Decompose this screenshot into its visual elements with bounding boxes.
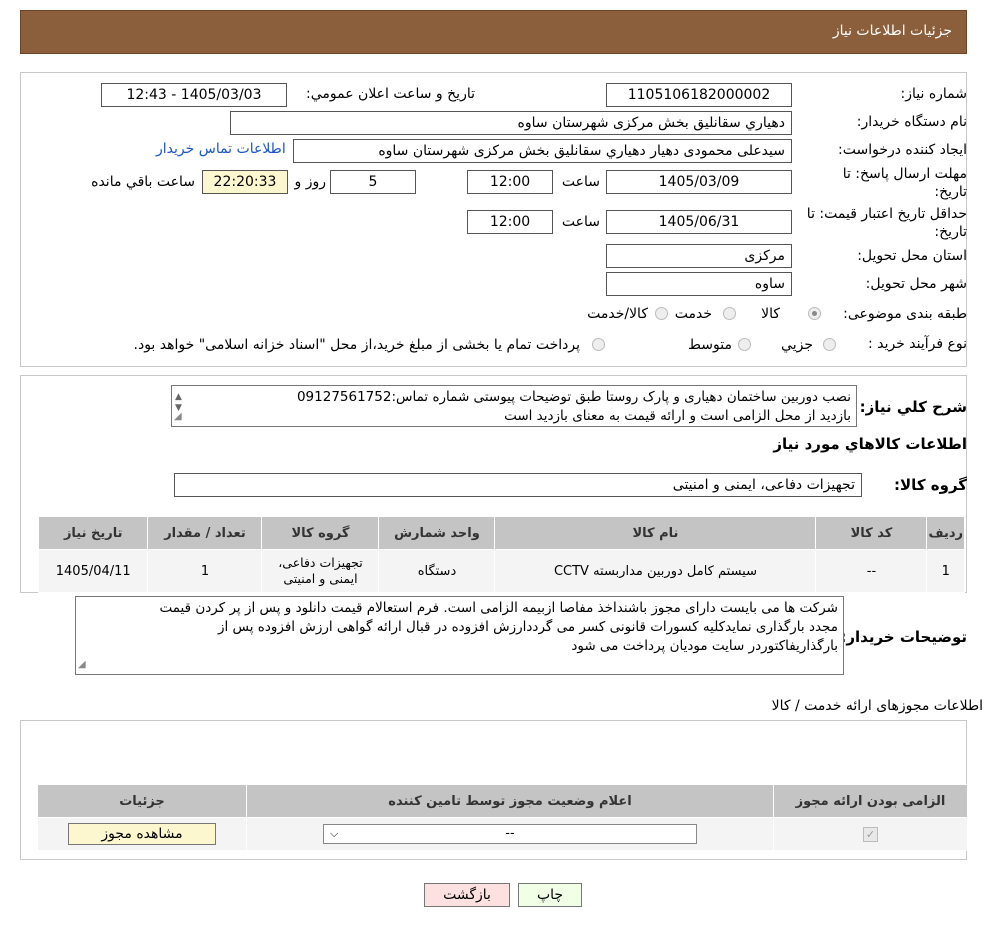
remaining-label: ساعت باقي مانده [91, 174, 195, 190]
buyer-notes-line-1: شرکت ها می بایست دارای مجوز باشنداخذ مفا… [159, 600, 838, 616]
category-option-goods: کالا [761, 306, 780, 322]
col-code: کد کالا [815, 516, 928, 550]
reply-deadline-label-2: تاریخ: [934, 184, 967, 200]
price-validity-date-field: 1405/06/31 [606, 210, 792, 234]
permit-required-cell: ✓ [773, 817, 968, 851]
description-label: شرح کلي نياز: [859, 398, 967, 416]
reply-time-field: 12:00 [467, 170, 553, 194]
province-label: استان محل تحویل: [857, 248, 967, 264]
need-number-field: 1105106182000002 [606, 83, 792, 107]
announce-label: تاریخ و ساعت اعلان عمومي: [306, 86, 475, 102]
description-line-1: نصب دوربین ساختمان دهیاری و پارک روستا ط… [296, 389, 851, 405]
cell-date: 1405/04/11 [37, 549, 149, 593]
process-radio-medium[interactable] [738, 338, 751, 351]
buyer-org-field: دهياري سقانليق بخش مرکزی شهرستان ساوه [230, 111, 792, 135]
cell-unit: دستگاه [378, 549, 496, 593]
permits-title: اطلاعات مجوزهای ارائه خدمت / کالا [771, 698, 983, 714]
col-group: گروه کالا [261, 516, 380, 550]
back-button[interactable]: بازگشت [424, 883, 510, 907]
description-textarea[interactable]: نصب دوربین ساختمان دهیاری و پارک روستا ط… [171, 385, 857, 427]
cell-qty: 1 [147, 549, 263, 593]
days-label: روز و [294, 174, 327, 190]
creator-label: ایجاد کننده درخواست: [838, 142, 967, 158]
page-title: جزئیات اطلاعات نیاز [832, 23, 952, 39]
buyer-org-label: نام دستگاه خریدار: [856, 114, 967, 130]
description-line-2: بازدید از محل الزامی است و ارائه قیمت به… [504, 408, 851, 424]
process-radio-minor[interactable] [823, 338, 836, 351]
cell-group: تجهیزات دفاعی، ایمنی و امنیتی [261, 549, 380, 593]
buyer-notes-line-3: بارگذاریفاکتوردر سایت مودیان پرداخت می ش… [571, 638, 838, 654]
price-validity-label: حداقل تاریخ اعتبار قیمت: تا [806, 206, 967, 222]
reply-date-field: 1405/03/09 [606, 170, 792, 194]
need-number-label: شماره نیاز: [900, 86, 968, 102]
cell-name: سیستم کامل دوربین مداربسته CCTV [494, 549, 817, 593]
permit-required-checkbox[interactable]: ✓ [863, 826, 878, 842]
chevron-down-icon: ⌵ [330, 827, 339, 840]
category-radio-goods[interactable] [808, 307, 821, 320]
permit-status-value: -- [505, 826, 515, 841]
category-option-goods-service: کالا/خدمت [587, 306, 648, 322]
resize-handle-icon[interactable]: ◢ [78, 655, 86, 674]
table-row: ✓ -- ⌵ مشاهده مجوز [37, 817, 968, 851]
category-radio-service[interactable] [723, 307, 736, 320]
process-label: نوع فرآیند خرید : [868, 336, 967, 352]
permit-status-select[interactable]: -- ⌵ [323, 824, 697, 844]
price-validity-time-label: ساعت [561, 214, 600, 230]
category-option-service: خدمت [674, 306, 712, 322]
goods-group-label: گروه کالا: [894, 476, 967, 494]
buyer-notes-label: توضیحات خریدار: [840, 628, 967, 646]
province-field: مرکزی [606, 244, 792, 268]
buyer-contact-link[interactable]: اطلاعات تماس خریدار [156, 141, 286, 157]
resize-handle-icon[interactable]: ◢ [174, 407, 182, 426]
goods-table-header-row: رديف کد کالا نام کالا واحد شمارش گروه کا… [37, 516, 965, 550]
page-header: جزئیات اطلاعات نیاز [20, 10, 967, 54]
col-row: رديف [926, 516, 965, 550]
price-validity-label-2: تاریخ: [934, 224, 967, 240]
goods-group-field: تجهیزات دفاعی، ایمنی و امنیتی [174, 473, 862, 497]
table-row: 1 -- سیستم کامل دوربین مداربسته CCTV دست… [37, 549, 965, 593]
reply-time-label: ساعت [561, 174, 600, 190]
process-option-medium: متوسط [688, 337, 732, 353]
permit-status-cell: -- ⌵ [246, 817, 774, 851]
cell-row: 1 [926, 549, 965, 593]
col-permit-details: جزئیات [37, 784, 247, 818]
city-field: ساوه [606, 272, 792, 296]
price-validity-time-field: 12:00 [467, 210, 553, 234]
col-name: نام کالا [494, 516, 817, 550]
goods-info-title: اطلاعات کالاهاي مورد نياز [773, 435, 967, 453]
buyer-notes-line-2: مجدد بارگذاری نمایدکلیه کسورات قانونی کس… [217, 619, 838, 635]
cell-code: -- [815, 549, 928, 593]
buyer-notes-textarea[interactable]: شرکت ها می بایست دارای مجوز باشنداخذ مفا… [75, 596, 844, 675]
col-qty: تعداد / مقدار [147, 516, 263, 550]
col-permit-status: اعلام وضعیت مجوز توسط تامین کننده [246, 784, 774, 818]
permits-header-row: الزامی بودن ارائه مجوز اعلام وضعیت مجوز … [37, 784, 968, 818]
process-note: پرداخت تمام یا بخشی از مبلغ خرید،از محل … [133, 337, 580, 353]
col-permit-required: الزامی بودن ارائه مجوز [773, 784, 968, 818]
city-label: شهر محل تحویل: [865, 276, 967, 292]
permits-table: الزامی بودن ارائه مجوز اعلام وضعیت مجوز … [37, 784, 968, 851]
remaining-time-field: 22:20:33 [202, 170, 288, 194]
announce-field: 1405/03/03 - 12:43 [101, 83, 287, 107]
category-radio-goods-service[interactable] [655, 307, 668, 320]
process-radio-treasury[interactable] [592, 338, 605, 351]
process-option-minor: جزيي [781, 337, 813, 353]
view-permit-button[interactable]: مشاهده مجوز [68, 823, 216, 845]
print-button[interactable]: چاپ [518, 883, 582, 907]
col-unit: واحد شمارش [378, 516, 496, 550]
category-label: طبقه بندی موضوعی: [843, 306, 967, 322]
reply-deadline-label: مهلت ارسال پاسخ: تا [842, 166, 967, 182]
creator-field: سیدعلی محمودی دهیار دهياري سقانليق بخش م… [293, 139, 792, 163]
goods-table: رديف کد کالا نام کالا واحد شمارش گروه کا… [37, 516, 965, 593]
col-date: تاریخ نیاز [37, 516, 149, 550]
permit-details-cell: مشاهده مجوز [37, 817, 247, 851]
days-field: 5 [330, 170, 416, 194]
